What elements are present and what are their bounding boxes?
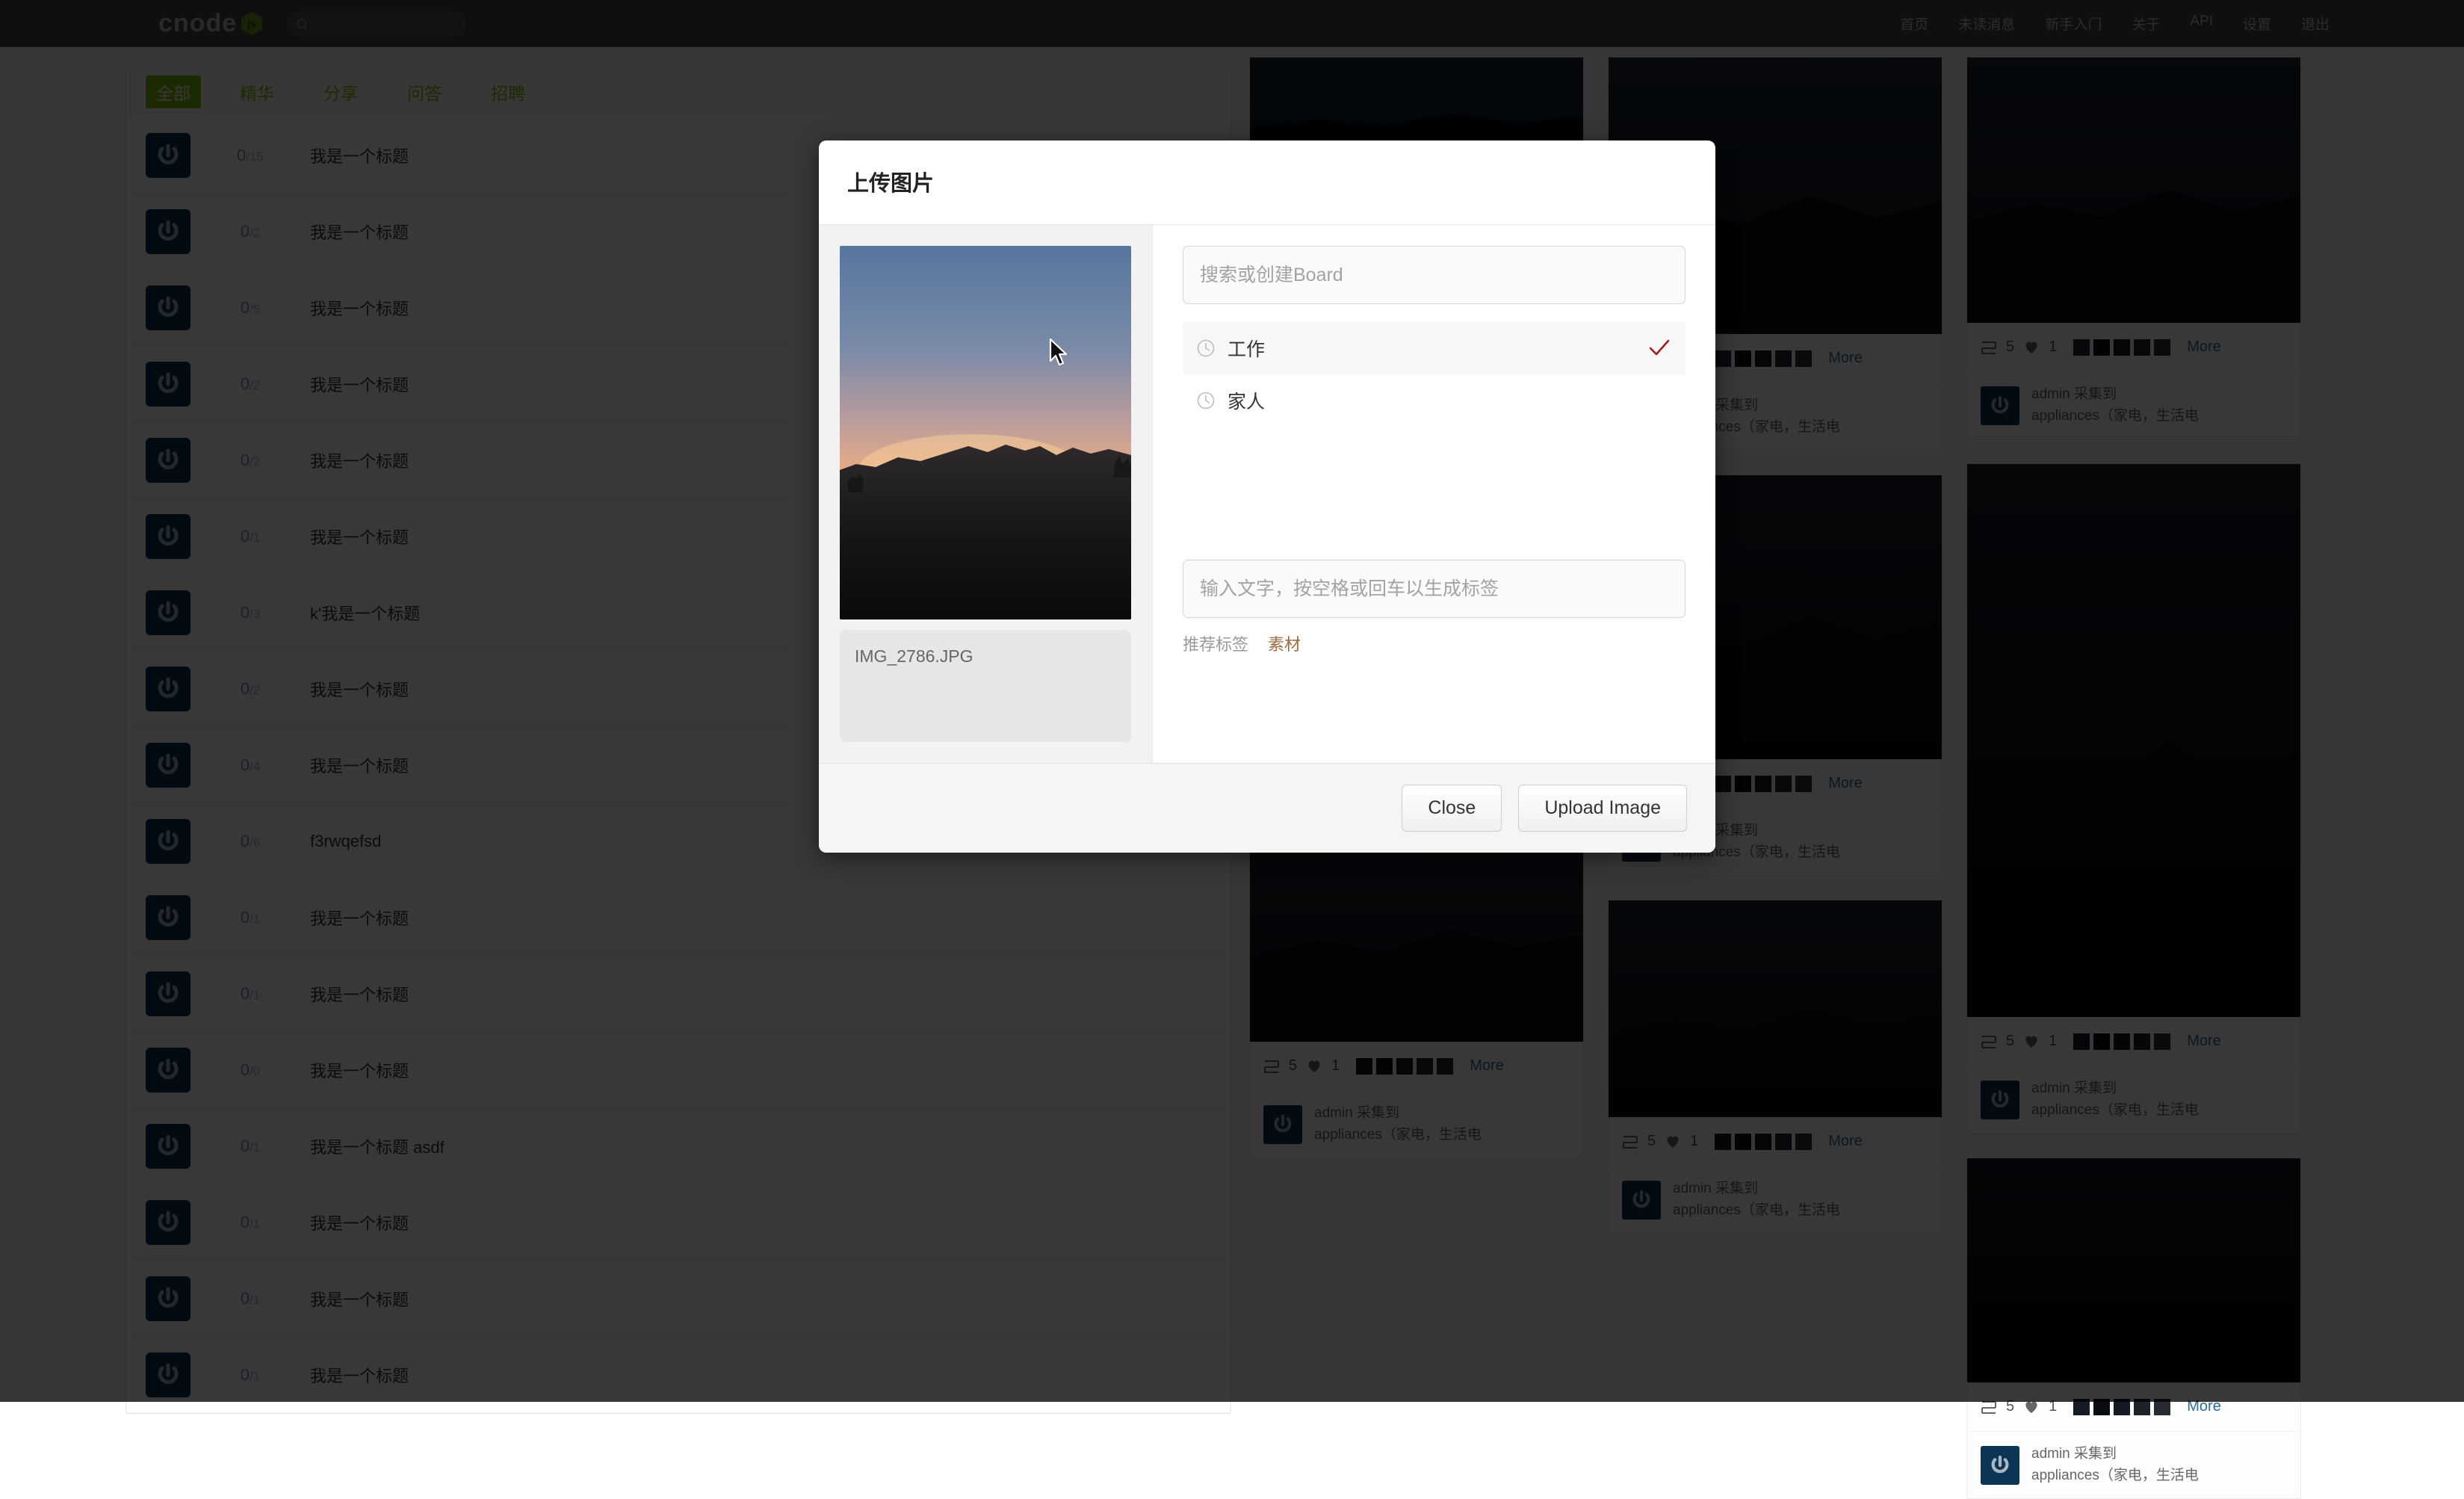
- board-row-1[interactable]: 家人: [1183, 374, 1686, 427]
- recommended-tags: 推荐标签 素材: [1183, 631, 1686, 655]
- close-button[interactable]: Close: [1402, 785, 1502, 832]
- image-thumbnail: [840, 246, 1131, 619]
- dialog-header: 上传图片: [819, 140, 1715, 224]
- tag-input[interactable]: [1183, 560, 1686, 618]
- board-name: 家人: [1228, 387, 1265, 414]
- upload-image-button[interactable]: Upload Image: [1518, 785, 1687, 832]
- mouse-cursor: [1049, 339, 1068, 367]
- clock-icon: [1196, 339, 1216, 358]
- upload-image-dialog: 上传图片: [819, 140, 1715, 853]
- board-search-input[interactable]: [1183, 246, 1686, 304]
- image-preview-pane: IMG_2786.JPG: [819, 225, 1153, 763]
- recommended-tag-item[interactable]: 素材: [1268, 631, 1301, 655]
- recommended-tags-label: 推荐标签: [1183, 631, 1248, 655]
- board-row-0[interactable]: 工作: [1183, 322, 1686, 374]
- dialog-footer: Close Upload Image: [819, 763, 1715, 853]
- tag-input-wrap: [1183, 560, 1686, 618]
- pin-user[interactable]: admin 采集到appliances（家电，生活电: [1967, 1432, 2300, 1498]
- board-name: 工作: [1228, 335, 1265, 362]
- board-and-tags-pane: 工作家人 推荐标签 素材: [1153, 225, 1715, 763]
- board-list: 工作家人: [1183, 322, 1686, 546]
- check-icon: [1647, 336, 1672, 361]
- dialog-title: 上传图片: [847, 166, 1687, 197]
- dialog-body: IMG_2786.JPG 工作家人 推荐标签 素材: [819, 224, 1715, 763]
- user-avatar: [1981, 1446, 2019, 1485]
- filename-panel: IMG_2786.JPG: [840, 630, 1131, 742]
- clock-icon: [1196, 391, 1216, 410]
- image-filename: IMG_2786.JPG: [855, 646, 1116, 667]
- pin-collector: admin 采集到appliances（家电，生活电: [2031, 1444, 2199, 1486]
